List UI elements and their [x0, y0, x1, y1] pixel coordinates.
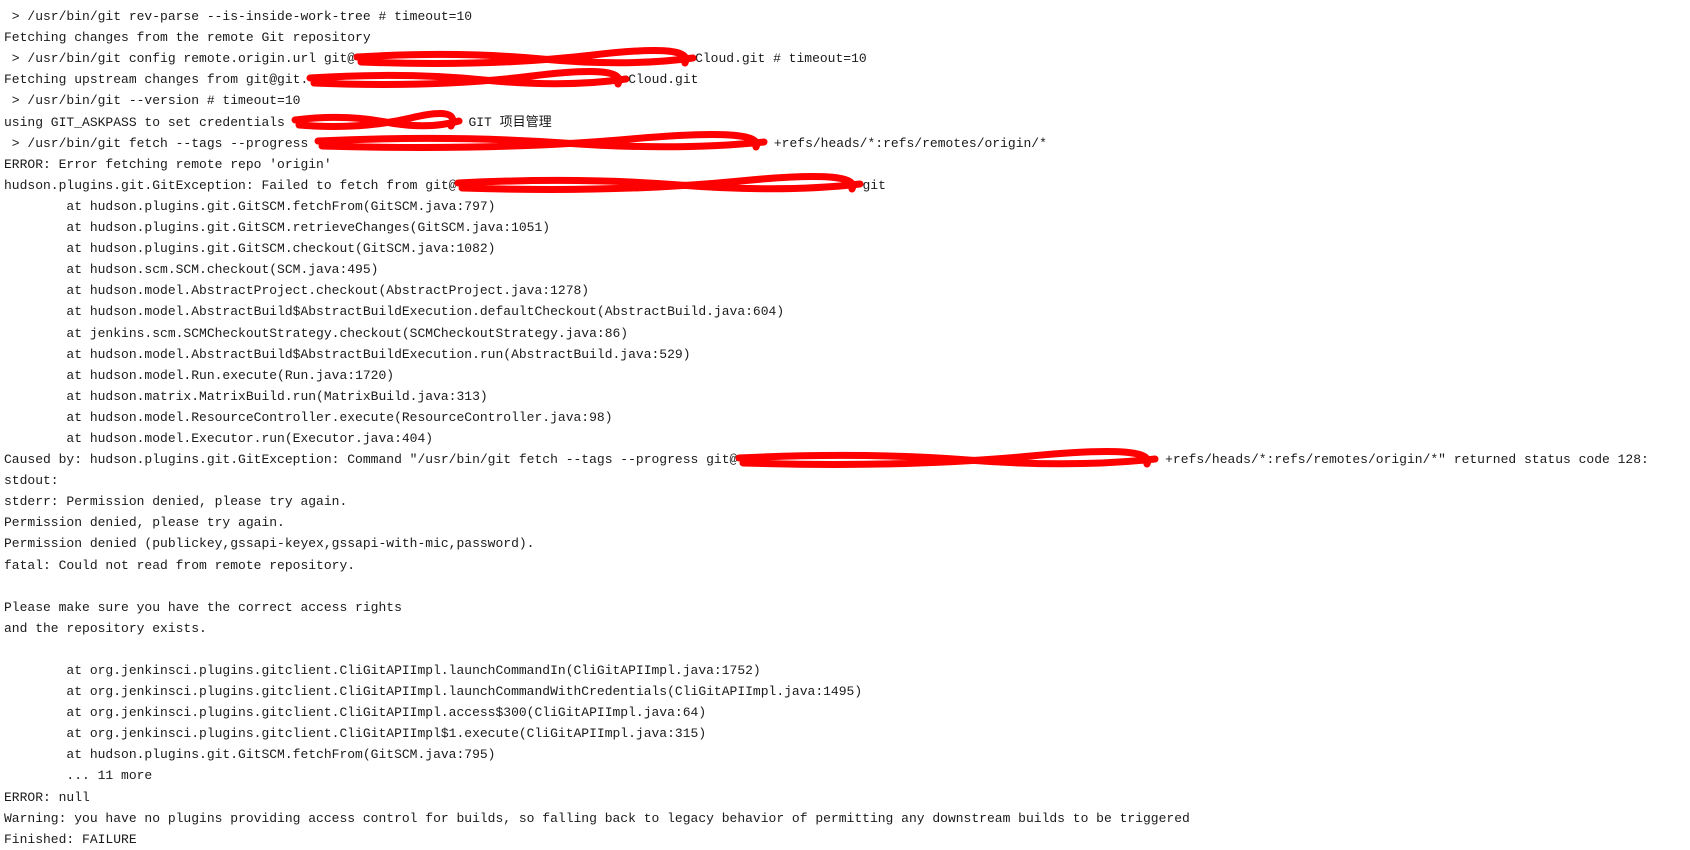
- console-line-text: Fetching changes from the remote Git rep…: [4, 30, 371, 46]
- console-line-text: stderr: Permission denied, please try ag…: [4, 494, 348, 510]
- console-line-text: at org.jenkinsci.plugins.gitclient.CliGi…: [4, 705, 707, 721]
- console-line: > /usr/bin/git config remote.origin.url …: [4, 46, 1649, 69]
- console-line: fatal: Could not read from remote reposi…: [4, 555, 1649, 576]
- console-line-text: at org.jenkinsci.plugins.gitclient.CliGi…: [4, 684, 863, 700]
- console-line-text: fatal: Could not read from remote reposi…: [4, 557, 356, 573]
- console-line: Fetching upstream changes from git@git. C…: [4, 67, 1649, 90]
- console-line: Permission denied, please try again.: [4, 512, 1649, 533]
- console-line: Finished: FAILURE: [4, 829, 1649, 850]
- console-line: and the repository exists.: [4, 618, 1649, 639]
- console-line-text: Permission denied (publickey,gssapi-keye…: [4, 536, 535, 552]
- console-line-text: ERROR: null: [4, 789, 90, 805]
- console-line-text: +refs/heads/*:refs/remotes/origin/*: [766, 135, 1047, 151]
- console-line: at hudson.model.Run.execute(Run.java:172…: [4, 365, 1649, 386]
- console-line-text: at hudson.model.AbstractBuild$AbstractBu…: [4, 346, 691, 362]
- console-line: > /usr/bin/git rev-parse --is-inside-wor…: [4, 6, 1649, 27]
- console-line: at org.jenkinsci.plugins.gitclient.CliGi…: [4, 702, 1649, 723]
- console-line-text: at hudson.model.AbstractBuild$AbstractBu…: [4, 304, 785, 320]
- console-line-text: ERROR: Error fetching remote repo 'origi…: [4, 156, 332, 172]
- console-output: > /usr/bin/git rev-parse --is-inside-wor…: [4, 0, 1649, 850]
- redaction-scribble: [735, 447, 1159, 468]
- console-line-text: at hudson.model.AbstractProject.checkout…: [4, 283, 590, 299]
- console-line-text: at hudson.plugins.git.GitSCM.fetchFrom(G…: [4, 747, 496, 763]
- console-line: at hudson.matrix.MatrixBuild.run(MatrixB…: [4, 386, 1649, 407]
- console-line: at hudson.model.Executor.run(Executor.ja…: [4, 428, 1649, 449]
- console-line: at hudson.scm.SCM.checkout(SCM.java:495): [4, 259, 1649, 280]
- console-line-text: at hudson.scm.SCM.checkout(SCM.java:495): [4, 262, 379, 278]
- console-line: at hudson.model.AbstractBuild$AbstractBu…: [4, 344, 1649, 365]
- console-line-text: > /usr/bin/git --version # timeout=10: [4, 93, 301, 109]
- console-line-text: at hudson.matrix.MatrixBuild.run(MatrixB…: [4, 388, 488, 404]
- console-line-text: at hudson.plugins.git.GitSCM.checkout(Gi…: [4, 241, 496, 257]
- console-line: at hudson.model.ResourceController.execu…: [4, 407, 1649, 428]
- console-line: using GIT_ASKPASS to set credentials GIT…: [4, 110, 1649, 133]
- console-line-text: stdout:: [4, 473, 59, 489]
- redaction-scribble: [353, 46, 697, 67]
- console-line: > /usr/bin/git --version # timeout=10: [4, 90, 1649, 111]
- console-line-text: Cloud.git # timeout=10: [695, 51, 867, 67]
- console-line: Please make sure you have the correct ac…: [4, 597, 1649, 618]
- console-line: stdout:: [4, 470, 1649, 491]
- console-line-text: at org.jenkinsci.plugins.gitclient.CliGi…: [4, 726, 707, 742]
- console-line: at hudson.model.AbstractBuild$AbstractBu…: [4, 301, 1649, 322]
- console-line-text: > /usr/bin/git fetch --tags --progress: [4, 135, 317, 151]
- console-line-text: Cloud.git: [628, 72, 699, 88]
- console-line-text: git: [862, 177, 886, 193]
- console-line-text: at hudson.plugins.git.GitSCM.fetchFrom(G…: [4, 198, 496, 214]
- redaction-scribble: [454, 173, 864, 194]
- console-line-text: Please make sure you have the correct ac…: [4, 599, 402, 615]
- console-line: > /usr/bin/git fetch --tags --progress +…: [4, 131, 1649, 154]
- console-line-text: Caused by: hudson.plugins.git.GitExcepti…: [4, 452, 738, 468]
- console-line-text: using GIT_ASKPASS to set credentials: [4, 114, 293, 130]
- console-line-text: > /usr/bin/git rev-parse --is-inside-wor…: [4, 9, 473, 25]
- console-line: ... 11 more: [4, 765, 1649, 786]
- console-line-text: and the repository exists.: [4, 620, 207, 636]
- console-line-text: at hudson.model.Executor.run(Executor.ja…: [4, 430, 434, 446]
- console-line: Warning: you have no plugins providing a…: [4, 808, 1649, 829]
- console-line: at org.jenkinsci.plugins.gitclient.CliGi…: [4, 660, 1649, 681]
- console-line: at org.jenkinsci.plugins.gitclient.CliGi…: [4, 681, 1649, 702]
- console-line: at hudson.plugins.git.GitSCM.retrieveCha…: [4, 217, 1649, 238]
- console-line: at org.jenkinsci.plugins.gitclient.CliGi…: [4, 723, 1649, 744]
- console-line-text: Finished: FAILURE: [4, 831, 137, 847]
- console-line: Fetching changes from the remote Git rep…: [4, 27, 1649, 48]
- console-line: at hudson.plugins.git.GitSCM.fetchFrom(G…: [4, 744, 1649, 765]
- console-line-text: at hudson.model.Run.execute(Run.java:172…: [4, 367, 395, 383]
- console-line: at hudson.plugins.git.GitSCM.checkout(Gi…: [4, 238, 1649, 259]
- console-line-text: at jenkins.scm.SCMCheckoutStrategy.check…: [4, 325, 629, 341]
- console-line: Caused by: hudson.plugins.git.GitExcepti…: [4, 447, 1649, 470]
- console-line-text: at hudson.plugins.git.GitSCM.retrieveCha…: [4, 220, 551, 236]
- console-line: ERROR: Error fetching remote repo 'origi…: [4, 154, 1649, 175]
- redaction-scribble: [314, 131, 768, 152]
- console-line: Permission denied (publickey,gssapi-keye…: [4, 533, 1649, 554]
- console-line-text: at hudson.model.ResourceController.execu…: [4, 409, 613, 425]
- console-line: at hudson.model.AbstractProject.checkout…: [4, 280, 1649, 301]
- console-line-text: > /usr/bin/git config remote.origin.url …: [4, 51, 356, 67]
- console-line: at jenkins.scm.SCMCheckoutStrategy.check…: [4, 323, 1649, 344]
- console-line-text: ... 11 more: [4, 768, 153, 784]
- console-line: at hudson.plugins.git.GitSCM.fetchFrom(G…: [4, 196, 1649, 217]
- console-line-text: Warning: you have no plugins providing a…: [4, 810, 1190, 826]
- console-line: stderr: Permission denied, please try ag…: [4, 491, 1649, 512]
- redaction-scribble: [291, 110, 463, 131]
- console-line-text: Fetching upstream changes from git@git.: [4, 72, 309, 88]
- console-line: ERROR: null: [4, 787, 1649, 808]
- console-line-text: at org.jenkinsci.plugins.gitclient.CliGi…: [4, 663, 761, 678]
- redaction-scribble: [306, 67, 630, 88]
- console-line-text: GIT 项目管理: [460, 114, 552, 130]
- console-line-text: Permission denied, please try again.: [4, 515, 285, 531]
- console-line-text: +refs/heads/*:refs/remotes/origin/*" ret…: [1157, 452, 1649, 468]
- console-line: hudson.plugins.git.GitException: Failed …: [4, 173, 1649, 196]
- console-line-text: hudson.plugins.git.GitException: Failed …: [4, 177, 457, 193]
